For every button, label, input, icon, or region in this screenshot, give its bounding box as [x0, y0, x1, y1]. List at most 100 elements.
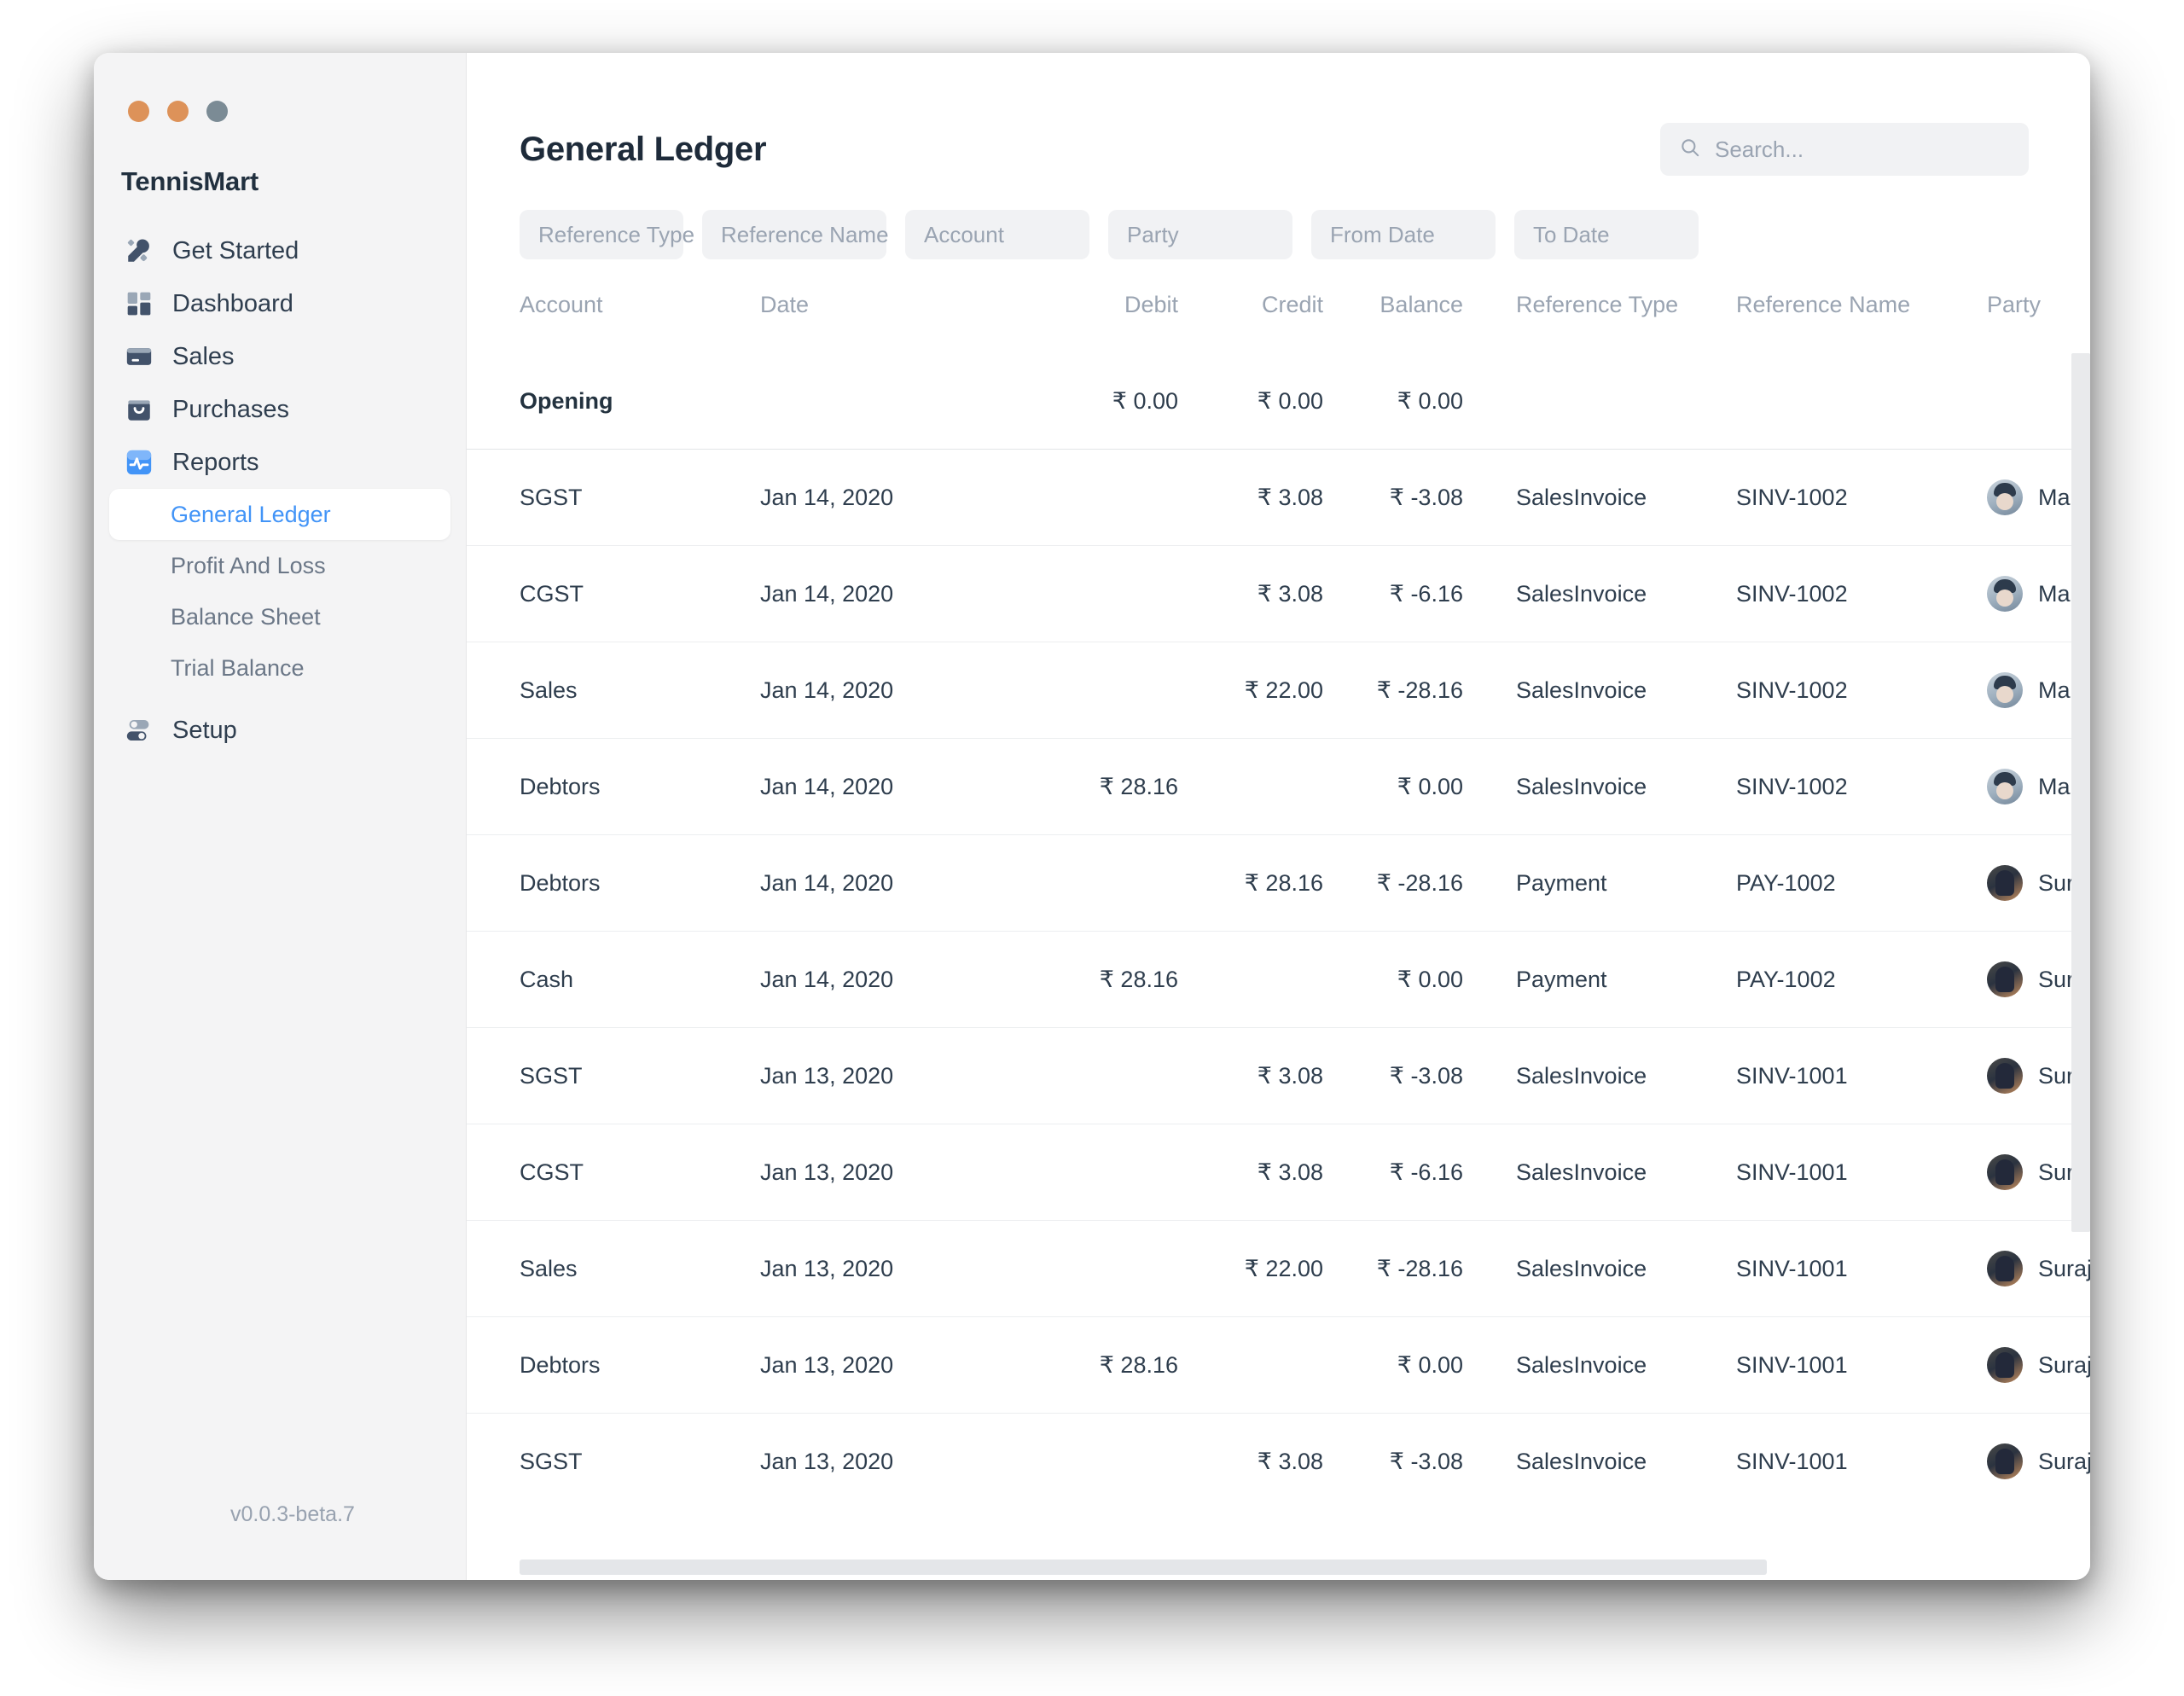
cell-credit: ₹ 22.00	[1244, 1255, 1323, 1281]
close-window-button[interactable]	[128, 101, 149, 122]
cell-reference-type: Payment	[1516, 869, 1607, 896]
cell-credit: ₹ 3.08	[1257, 1448, 1323, 1474]
horizontal-scrollbar[interactable]	[520, 1560, 2090, 1575]
app-version: v0.0.3-beta.7	[230, 1502, 355, 1526]
party-name: Suraj	[2038, 1255, 2090, 1281]
cell-balance: ₹ -28.16	[1376, 1255, 1463, 1281]
filter-reference-name[interactable]: Reference Name	[702, 210, 889, 259]
filter-account[interactable]: Account	[905, 210, 1089, 259]
application-window: TennisMart Get Started Dashboard Sales P…	[94, 53, 2090, 1580]
card-icon	[123, 340, 155, 373]
search-icon	[1679, 136, 1701, 163]
cell-balance: ₹ -3.08	[1389, 484, 1463, 510]
cell-date: Jan 14, 2020	[760, 773, 894, 799]
avatar	[1987, 1154, 2023, 1190]
cell-reference-name: SINV-1001	[1736, 1062, 1848, 1089]
avatar	[1987, 961, 2023, 997]
table-row[interactable]: CGST Jan 14, 2020 ₹ 3.08 ₹ -6.16 SalesInvoic…	[467, 546, 2090, 642]
sidebar-item-trial-balance[interactable]: Trial Balance	[109, 642, 450, 694]
table-row[interactable]: Sales Jan 13, 2020 ₹ 22.00 ₹ -28.16 SalesInv…	[467, 1221, 2090, 1317]
cell-debit: ₹ 0.00	[1112, 387, 1178, 414]
sidebar: TennisMart Get Started Dashboard Sales P…	[94, 53, 467, 1580]
table-row[interactable]: SGST Jan 14, 2020 ₹ 3.08 ₹ -3.08 SalesInvoic…	[467, 450, 2090, 546]
cell-party: Maruc	[1956, 576, 2090, 612]
avatar	[1987, 1347, 2023, 1383]
page-header: General Ledger Search...	[467, 53, 2090, 176]
sidebar-nav: Get Started Dashboard Sales Purchases Re…	[94, 224, 466, 757]
filter-reference-type[interactable]: Reference Type	[520, 210, 714, 259]
cell-balance: ₹ 0.00	[1397, 966, 1463, 992]
table-row[interactable]: Debtors Jan 13, 2020 ₹ 28.16 ₹ 0.00 SalesInv…	[467, 1317, 2090, 1414]
column-header-date: Date	[760, 292, 810, 317]
sidebar-item-balance-sheet[interactable]: Balance Sheet	[109, 591, 450, 642]
sidebar-item-general-ledger[interactable]: General Ledger	[109, 489, 450, 540]
search-input[interactable]: Search...	[1660, 123, 2029, 176]
sidebar-item-purchases[interactable]: Purchases	[109, 383, 450, 436]
zoom-window-button[interactable]	[206, 101, 228, 122]
table-row[interactable]: SGST Jan 13, 2020 ₹ 3.08 ₹ -3.08 SalesInvoic…	[467, 1414, 2090, 1482]
column-header-balance: Balance	[1380, 292, 1463, 317]
sidebar-item-label: Sales	[172, 342, 235, 370]
sidebar-subitem-label: Profit And Loss	[171, 552, 326, 578]
table-row-opening[interactable]: Opening ₹ 0.00 ₹ 0.00 ₹ 0.00	[467, 353, 2090, 450]
cell-credit: ₹ 0.00	[1257, 387, 1323, 414]
avatar	[1987, 576, 2023, 612]
sidebar-subitem-label: General Ledger	[171, 501, 331, 527]
cell-reference-name: SINV-1001	[1736, 1255, 1848, 1281]
cell-reference-type: SalesInvoice	[1516, 677, 1647, 703]
cell-credit: ₹ 3.08	[1257, 1062, 1323, 1089]
filter-party[interactable]: Party	[1108, 210, 1292, 259]
filter-from-date[interactable]: From Date	[1311, 210, 1496, 259]
cell-balance: ₹ 0.00	[1397, 387, 1463, 414]
cell-date: Jan 14, 2020	[760, 677, 894, 703]
cell-account: Debtors	[520, 773, 601, 799]
sidebar-item-sales[interactable]: Sales	[109, 330, 450, 383]
filter-label: Account	[924, 221, 1004, 247]
filter-label: To Date	[1533, 221, 1610, 247]
cell-reference-name: SINV-1001	[1736, 1448, 1848, 1474]
minimize-window-button[interactable]	[167, 101, 189, 122]
cell-reference-type: SalesInvoice	[1516, 1351, 1647, 1378]
cell-account: SGST	[520, 484, 583, 510]
cell-debit: ₹ 28.16	[1099, 1351, 1178, 1378]
cell-account: SGST	[520, 1062, 583, 1089]
cell-reference-name: SINV-1002	[1736, 677, 1848, 703]
table-row[interactable]: Sales Jan 14, 2020 ₹ 22.00 ₹ -28.16 SalesInv…	[467, 642, 2090, 739]
cell-reference-name: SINV-1002	[1736, 773, 1848, 799]
table-row[interactable]: CGST Jan 13, 2020 ₹ 3.08 ₹ -6.16 SalesInvoic…	[467, 1124, 2090, 1221]
filter-bar: Reference Type Reference Name Account Pa…	[467, 176, 2090, 259]
toggles-icon	[123, 714, 155, 746]
avatar	[1987, 672, 2023, 708]
sidebar-item-profit-and-loss[interactable]: Profit And Loss	[109, 540, 450, 591]
sidebar-item-reports[interactable]: Reports	[109, 436, 450, 489]
sidebar-item-setup[interactable]: Setup	[109, 704, 450, 757]
avatar	[1987, 865, 2023, 901]
chart-activity-icon	[123, 446, 155, 479]
cell-party: Suraj	[1956, 1347, 2090, 1383]
sidebar-item-label: Dashboard	[172, 289, 293, 317]
column-header-credit: Credit	[1261, 292, 1323, 317]
vertical-scrollbar[interactable]	[2071, 353, 2090, 1232]
cell-reference-type: SalesInvoice	[1516, 1255, 1647, 1281]
cell-reference-name: SINV-1002	[1736, 580, 1848, 607]
cell-date: Jan 13, 2020	[760, 1351, 894, 1378]
filter-to-date[interactable]: To Date	[1514, 210, 1699, 259]
cell-party: Suraj	[1956, 1154, 2090, 1190]
table-row[interactable]: Debtors Jan 14, 2020 ₹ 28.16 ₹ -28.16 Paymen…	[467, 835, 2090, 932]
cell-account: Debtors	[520, 869, 601, 896]
cell-debit: ₹ 28.16	[1099, 773, 1178, 799]
cell-date: Jan 14, 2020	[760, 484, 894, 510]
sidebar-item-dashboard[interactable]: Dashboard	[109, 277, 450, 330]
cell-credit: ₹ 22.00	[1244, 677, 1323, 703]
party-name: Suraj	[2038, 1448, 2090, 1474]
table-row[interactable]: SGST Jan 13, 2020 ₹ 3.08 ₹ -3.08 SalesInvoic…	[467, 1028, 2090, 1124]
table-row[interactable]: Cash Jan 14, 2020 ₹ 28.16 ₹ 0.00 Payment PAY-…	[467, 932, 2090, 1028]
avatar	[1987, 1251, 2023, 1287]
sidebar-item-get-started[interactable]: Get Started	[109, 224, 450, 277]
cell-reference-name: SINV-1002	[1736, 484, 1848, 510]
cell-reference-type: SalesInvoice	[1516, 580, 1647, 607]
party-name: Suraj	[2038, 1351, 2090, 1378]
table-row[interactable]: Debtors Jan 14, 2020 ₹ 28.16 ₹ 0.00 SalesInv…	[467, 739, 2090, 835]
cell-party: Maruc	[1956, 479, 2090, 515]
horizontal-scrollbar-thumb[interactable]	[520, 1560, 1767, 1575]
